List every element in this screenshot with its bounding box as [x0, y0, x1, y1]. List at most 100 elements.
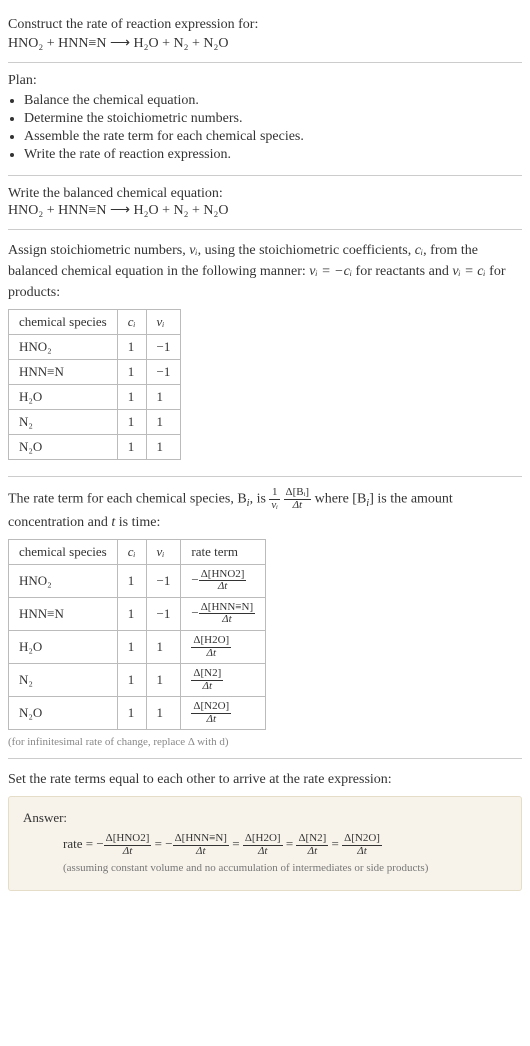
intro-equation: HNO₂ + HNN≡N ⟶ H₂O + N₂ + N₂O: [8, 35, 522, 52]
frac-coef: 1νᵢ: [269, 487, 280, 511]
term-den: Δt: [173, 846, 229, 858]
rate-expression: rate = −Δ[HNO2]Δt = −Δ[HNN≡N]Δt = Δ[H2O]…: [23, 833, 507, 857]
rel-reactants: νᵢ = −cᵢ: [309, 264, 352, 279]
cell-nu: 1: [146, 664, 181, 697]
cell-rate: Δ[N2]Δt: [181, 664, 266, 697]
rate-term-text: The rate term for each chemical species,…: [8, 487, 522, 533]
rt-text-a: The rate term for each chemical species,…: [8, 491, 247, 506]
table-header-row: chemical species cᵢ νᵢ rate term: [9, 539, 266, 564]
balanced-arrow: ⟶: [106, 203, 133, 218]
rate-sign: −: [191, 572, 198, 587]
rate-num: Δ[H2O]: [191, 635, 231, 648]
frac-coef-num: 1: [269, 487, 280, 500]
intro-arrow: ⟶: [106, 36, 133, 51]
cell-c: 1: [117, 335, 146, 360]
table-row: HNN≡N1−1: [9, 360, 181, 385]
stoich-table-2: chemical species cᵢ νᵢ rate term HNO₂ 1 …: [8, 539, 266, 730]
col-nui: νᵢ: [146, 310, 181, 335]
plan-section: Plan: Balance the chemical equation. Det…: [8, 67, 522, 171]
plan-item: Balance the chemical equation.: [24, 93, 522, 109]
divider: [8, 476, 522, 477]
intro-heading: Construct the rate of reaction expressio…: [8, 14, 522, 35]
frac-coef-den: νᵢ: [269, 500, 280, 512]
cell-c: 1: [117, 664, 146, 697]
cell-nu: 1: [146, 385, 181, 410]
cell-nu: −1: [146, 597, 181, 630]
col-species: chemical species: [9, 310, 118, 335]
table-row: HNO₂1−1: [9, 335, 181, 360]
frac-dconc: Δ[Bᵢ]Δt: [284, 487, 312, 511]
rate-frac: Δ[HNO2]Δt: [199, 569, 247, 593]
rate-num: Δ[N2O]: [191, 701, 231, 714]
rate-den: Δt: [199, 581, 247, 593]
ci-label: cᵢ: [128, 314, 136, 329]
term-frac: Δ[N2]Δt: [296, 833, 328, 857]
answer-box: Answer: rate = −Δ[HNO2]Δt = −Δ[HNN≡N]Δt …: [8, 796, 522, 891]
cell-c: 1: [117, 385, 146, 410]
stoich-text-b: , using the stoichiometric coefficients,: [198, 243, 415, 258]
cell-c: 1: [117, 564, 146, 597]
cell-rate: Δ[N2O]Δt: [181, 697, 266, 730]
table-row: H₂O11: [9, 385, 181, 410]
rt-text-c: where [B: [315, 491, 367, 506]
term-frac: Δ[N2O]Δt: [342, 833, 382, 857]
rate-frac: Δ[N2]Δt: [191, 668, 223, 692]
table-row: HNN≡N 1 −1 −Δ[HNN≡N]Δt: [9, 597, 266, 630]
term-frac: Δ[H2O]Δt: [243, 833, 283, 857]
rate-frac: Δ[H2O]Δt: [191, 635, 231, 659]
cell-nu: 1: [146, 697, 181, 730]
col-ci: cᵢ: [117, 539, 146, 564]
stoich-text-d: for reactants and: [352, 264, 452, 279]
cell-species: HNO₂: [9, 564, 118, 597]
intro-lhs: HNO₂ + HNN≡N: [8, 36, 106, 51]
stoich-section: Assign stoichiometric numbers, νᵢ, using…: [8, 234, 522, 472]
cell-species: HNN≡N: [9, 360, 118, 385]
rate-den: Δt: [191, 714, 231, 726]
rate-frac: Δ[HNN≡N]Δt: [199, 602, 255, 626]
col-rate-term: rate term: [181, 539, 266, 564]
term-den: Δt: [104, 846, 152, 858]
balanced-equation: HNO₂ + HNN≡N ⟶ H₂O + N₂ + N₂O: [8, 202, 522, 219]
cell-rate: Δ[H2O]Δt: [181, 631, 266, 664]
rt-text-e: is time:: [115, 515, 160, 530]
cell-c: 1: [117, 435, 146, 460]
intro-rhs: H₂O + N₂ + N₂O: [134, 36, 229, 51]
rate-den: Δt: [191, 648, 231, 660]
rel-products: νᵢ = cᵢ: [452, 264, 485, 279]
balanced-heading: Write the balanced chemical equation:: [8, 186, 522, 202]
c-i: cᵢ: [415, 243, 423, 258]
eq: =: [155, 836, 166, 851]
table2-footnote: (for infinitesimal rate of change, repla…: [8, 736, 522, 748]
cell-nu: 1: [146, 410, 181, 435]
cell-nu: 1: [146, 631, 181, 664]
balanced-lhs: HNO₂ + HNN≡N: [8, 203, 106, 218]
cell-species: H₂O: [9, 385, 118, 410]
divider: [8, 62, 522, 63]
col-nui: νᵢ: [146, 539, 181, 564]
eq: =: [332, 836, 343, 851]
term-frac: Δ[HNO2]Δt: [104, 833, 152, 857]
eq: =: [286, 836, 297, 851]
plan-item: Write the rate of reaction expression.: [24, 147, 522, 163]
plan-item: Assemble the rate term for each chemical…: [24, 129, 522, 145]
plan-heading: Plan:: [8, 73, 522, 89]
col-ci: cᵢ: [117, 310, 146, 335]
plan-list: Balance the chemical equation. Determine…: [8, 93, 522, 163]
term-den: Δt: [342, 846, 382, 858]
term-sign: −: [96, 836, 103, 851]
table-row: N₂ 1 1 Δ[N2]Δt: [9, 664, 266, 697]
term-sign: −: [165, 836, 172, 851]
table-row: N₂11: [9, 410, 181, 435]
col-species: chemical species: [9, 539, 118, 564]
cell-species: HNN≡N: [9, 597, 118, 630]
cell-c: 1: [117, 360, 146, 385]
answer-note: (assuming constant volume and no accumul…: [23, 859, 507, 878]
term-den: Δt: [243, 846, 283, 858]
rt-text-b: , is: [250, 491, 270, 506]
balanced-rhs: H₂O + N₂ + N₂O: [134, 203, 229, 218]
cell-nu: −1: [146, 564, 181, 597]
rate-term-section: The rate term for each chemical species,…: [8, 481, 522, 754]
table-row: N₂O 1 1 Δ[N2O]Δt: [9, 697, 266, 730]
cell-species: N₂O: [9, 435, 118, 460]
term-frac: Δ[HNN≡N]Δt: [173, 833, 229, 857]
